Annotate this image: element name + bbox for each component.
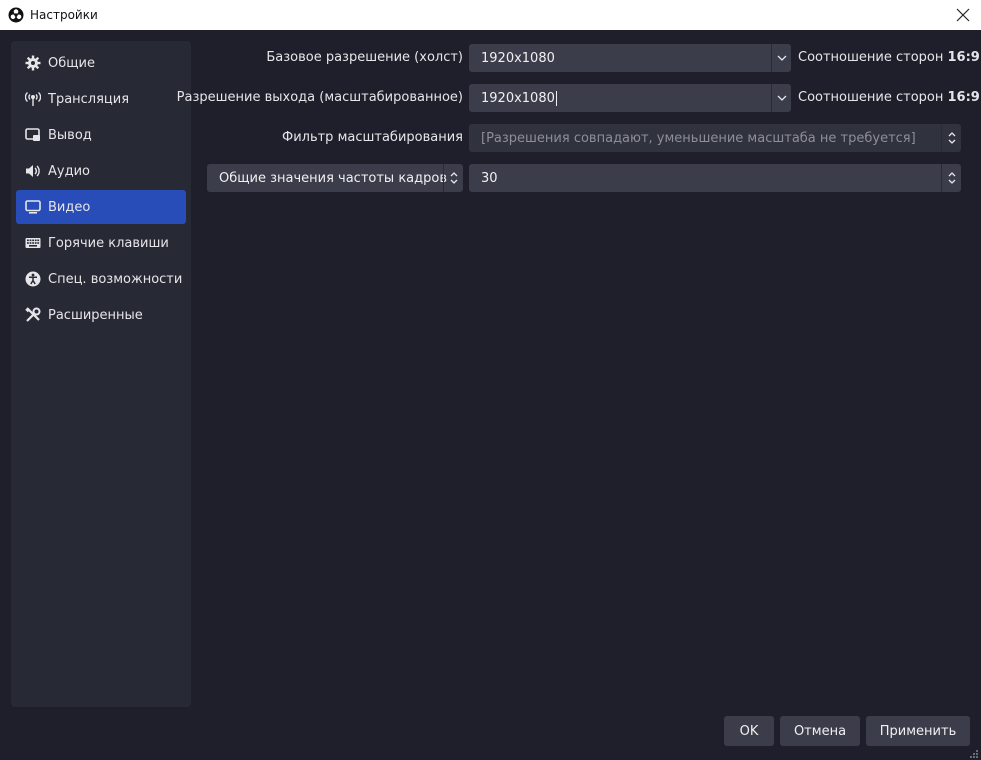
scale-filter-value: [Разрешения совпадают, уменьшение масшта… xyxy=(481,130,916,146)
output-resolution-combobox[interactable]: 1920x1080 xyxy=(469,84,791,112)
aspect-ratio-label: Соотношение сторон xyxy=(798,90,944,105)
base-resolution-value: 1920x1080 xyxy=(481,50,555,66)
base-resolution-combobox[interactable]: 1920x1080 xyxy=(469,44,791,72)
output-resolution-label: Разрешение выхода (масштабированное) xyxy=(176,90,463,105)
title-bar: Настройки xyxy=(0,0,981,30)
text-cursor xyxy=(555,90,557,106)
aspect-ratio-label: Соотношение сторон xyxy=(798,50,944,65)
aspect-ratio-value: 16:9 xyxy=(947,50,980,65)
output-icon xyxy=(24,126,42,144)
sidebar-item-label: Вывод xyxy=(48,127,92,143)
fps-type-select[interactable]: Общие значения частоты кадров xyxy=(207,164,463,192)
output-aspect-ratio: Соотношение сторон 16:9 xyxy=(798,90,980,105)
chevron-down-icon[interactable] xyxy=(771,44,791,72)
window-title: Настройки xyxy=(30,8,98,22)
sidebar-item-video[interactable]: Видео xyxy=(16,190,186,224)
gear-icon xyxy=(24,54,42,72)
sidebar-item-label: Спец. возможности xyxy=(48,271,183,287)
keyboard-icon xyxy=(24,234,42,252)
sidebar-item-stream[interactable]: Трансляция xyxy=(16,82,186,116)
sidebar-item-label: Расширенные xyxy=(48,307,143,323)
resize-grip-icon[interactable] xyxy=(969,748,979,758)
apply-button[interactable]: Применить xyxy=(866,716,970,746)
base-resolution-label: Базовое разрешение (холст) xyxy=(266,50,463,65)
aspect-ratio-value: 16:9 xyxy=(947,90,980,105)
chevron-down-icon[interactable] xyxy=(771,84,791,112)
sidebar-item-advanced[interactable]: Расширенные xyxy=(16,298,186,332)
ok-button[interactable]: OK xyxy=(724,716,774,746)
antenna-icon xyxy=(24,90,42,108)
sidebar-item-general[interactable]: Общие xyxy=(16,46,186,80)
sidebar-item-label: Горячие клавиши xyxy=(48,235,169,251)
sidebar-item-label: Общие xyxy=(48,55,95,71)
updown-arrows-icon[interactable] xyxy=(443,164,463,192)
fps-value: 30 xyxy=(481,170,498,186)
sidebar-item-label: Видео xyxy=(48,199,91,215)
scale-filter-label: Фильтр масштабирования xyxy=(282,130,463,145)
accessibility-icon xyxy=(24,270,42,288)
updown-arrows-icon xyxy=(941,124,961,152)
scale-filter-select: [Разрешения совпадают, уменьшение масшта… xyxy=(469,124,961,152)
base-aspect-ratio: Соотношение сторон 16:9 xyxy=(798,50,980,65)
sidebar-item-hotkeys[interactable]: Горячие клавиши xyxy=(16,226,186,260)
fps-type-value: Общие значения частоты кадров xyxy=(219,170,447,186)
sidebar-item-output[interactable]: Вывод xyxy=(16,118,186,152)
monitor-icon xyxy=(24,198,42,216)
sidebar-item-accessibility[interactable]: Спец. возможности xyxy=(16,262,186,296)
sidebar-item-audio[interactable]: Аудио xyxy=(16,154,186,188)
cancel-button[interactable]: Отмена xyxy=(780,716,860,746)
sidebar-item-label: Аудио xyxy=(48,163,90,179)
settings-sidebar: Общие Трансляция Вывод Аудио Видео Горяч… xyxy=(11,41,191,707)
close-icon[interactable] xyxy=(953,5,973,25)
obs-logo-icon xyxy=(8,7,24,23)
speaker-icon xyxy=(24,162,42,180)
tools-icon xyxy=(24,306,42,324)
output-resolution-value[interactable]: 1920x1080 xyxy=(481,91,555,106)
fps-value-select[interactable]: 30 xyxy=(469,164,961,192)
sidebar-item-label: Трансляция xyxy=(48,91,130,107)
updown-arrows-icon[interactable] xyxy=(941,164,961,192)
